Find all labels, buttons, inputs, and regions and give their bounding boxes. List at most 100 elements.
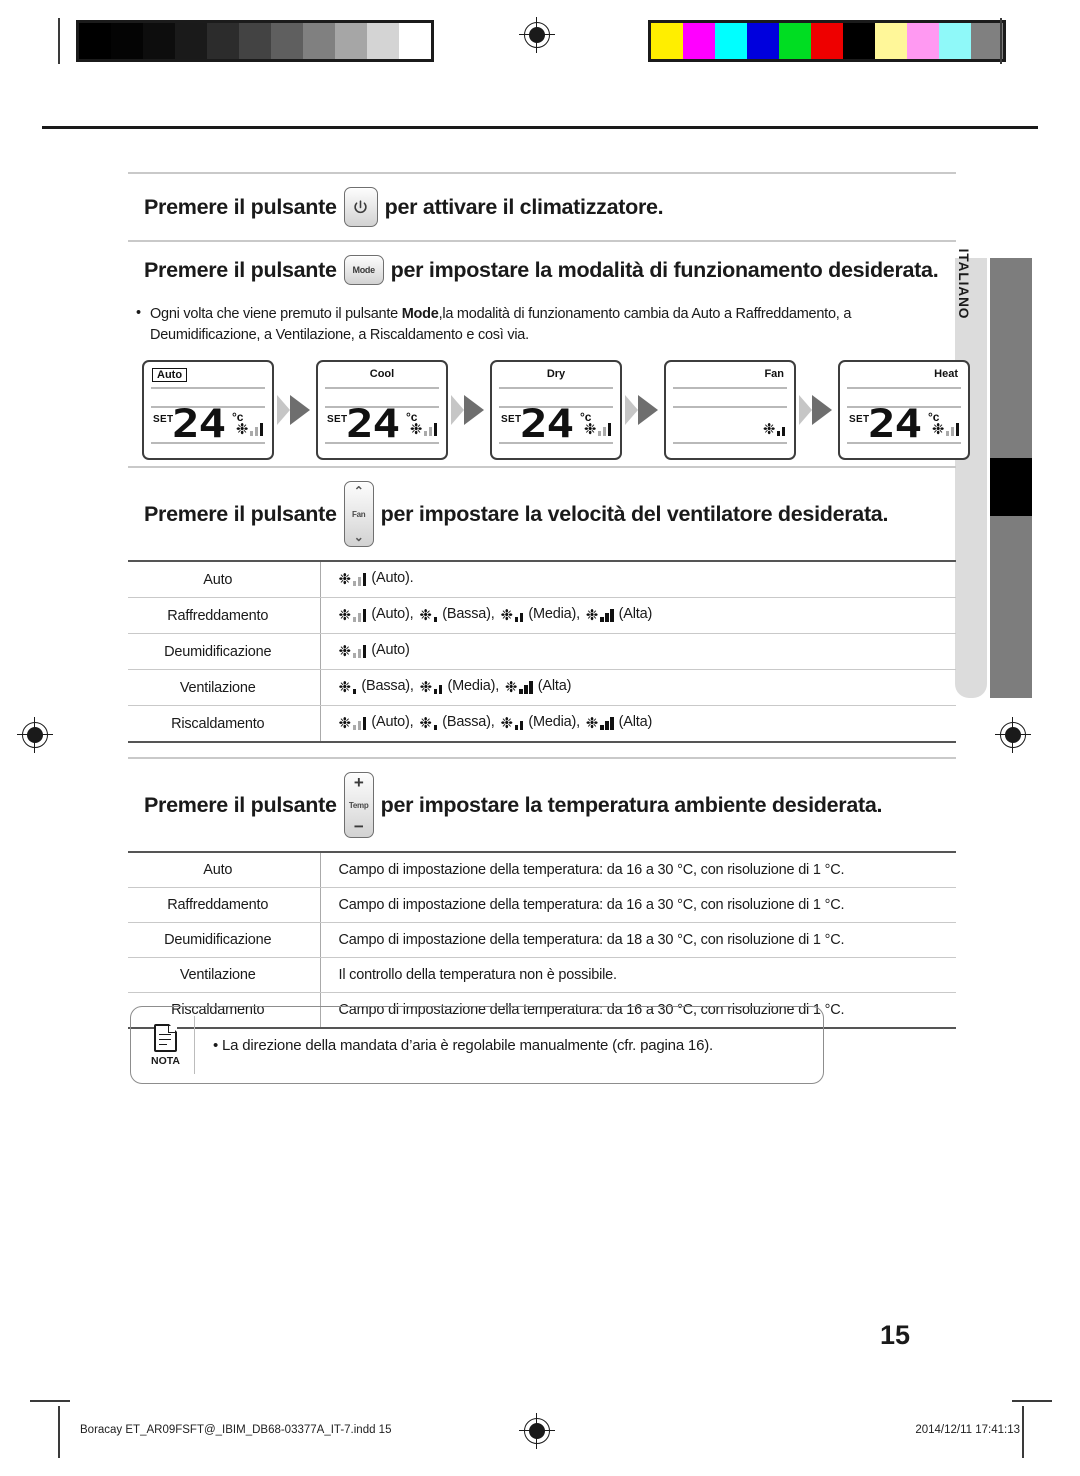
note-bullet-icon: • bbox=[213, 1036, 219, 1054]
lcd-fan-indicator: ❉ bbox=[409, 421, 437, 439]
step-power-prefix: Premere il pulsante bbox=[144, 194, 337, 219]
fan-speed-caption: (Bassa), bbox=[442, 714, 495, 731]
note-icon: NOTA bbox=[137, 1016, 195, 1074]
fan-blade-icon: ❉ bbox=[585, 607, 599, 625]
temp-table-mode: Auto bbox=[128, 852, 321, 889]
lcd-temperature-value: 24 bbox=[520, 402, 574, 448]
fan-speed-option: ❉ (Bassa), bbox=[419, 714, 495, 733]
color-swatch-3 bbox=[747, 23, 779, 59]
lcd-fan-indicator: ❉ bbox=[762, 421, 785, 439]
color-swatch-4 bbox=[779, 23, 811, 59]
power-icon bbox=[354, 199, 367, 213]
lcd-mode-label: Heat bbox=[934, 368, 958, 381]
lcd-mode-label: Auto bbox=[152, 368, 188, 383]
step-mode: Premere il pulsante Mode per impostare l… bbox=[128, 242, 956, 298]
temperature-range-table: Auto Campo di impostazione della temperat… bbox=[128, 851, 956, 1030]
fan-speed-table: Auto ❉ (Auto). Raffreddamento ❉ (Auto), ❉ (Bas… bbox=[128, 560, 956, 744]
temp-table-range: Campo di impostazione della temperatura:… bbox=[320, 852, 956, 889]
fan-level-bars-low bbox=[433, 717, 438, 731]
chapter-index-bar bbox=[990, 258, 1032, 698]
table-row: Raffreddamento Campo di impostazione dell… bbox=[128, 887, 956, 924]
mode-cycle-note-bold: Mode bbox=[401, 306, 439, 322]
language-tab: ITALIANO bbox=[955, 249, 987, 698]
fan-level-bars-medium bbox=[776, 423, 785, 437]
fan-level-bars-auto bbox=[352, 645, 367, 659]
fan-table-speeds: ❉ (Auto) bbox=[320, 633, 956, 671]
fan-table-speeds: ❉ (Auto), ❉ (Bassa), ❉ (Media), ❉ (Alta) bbox=[320, 706, 956, 743]
grayscale-calibration-strip bbox=[76, 20, 434, 62]
fan-speed-caption: (Alta) bbox=[537, 678, 572, 695]
fan-blade-icon: ❉ bbox=[338, 679, 352, 697]
gray-swatch-6 bbox=[271, 23, 303, 59]
fan-blade-icon: ❉ bbox=[338, 571, 352, 589]
fan-button-label: Fan bbox=[352, 509, 366, 519]
sequence-arrow-icon bbox=[798, 395, 836, 426]
fan-level-bars-auto bbox=[352, 573, 367, 587]
table-row: Riscaldamento ❉ (Auto), ❉ (Bassa), ❉ (Media)… bbox=[128, 705, 956, 743]
mode-sequence-diagram: Auto SET 24 °c ❉ Cool SET 24 °c ❉ Dry SET 24 °c ❉ Fan ❉ H… bbox=[128, 350, 970, 466]
fan-level-bars-auto bbox=[352, 717, 367, 731]
fan-level-bars-medium bbox=[514, 717, 524, 731]
power-button[interactable] bbox=[343, 187, 378, 227]
crop-mark-left-top bbox=[58, 18, 60, 64]
table-row: Auto Campo di impostazione della temperat… bbox=[128, 852, 956, 889]
fan-table-speeds: ❉ (Bassa), ❉ (Media), ❉ (Alta) bbox=[320, 669, 956, 707]
fan-level-bars-high bbox=[519, 681, 533, 695]
crop-mark-left-bottom bbox=[58, 1406, 60, 1458]
step-power-suffix: per attivare il climatizzatore. bbox=[384, 194, 664, 219]
fan-speed-option: ❉ (Media), bbox=[500, 714, 580, 732]
note-box: NOTA • La direzione della mandata d’aria… bbox=[130, 1006, 824, 1084]
crop-mark-bottom-right-h bbox=[1012, 1400, 1052, 1402]
step-mode-suffix: per impostare la modalità di funzionamen… bbox=[390, 257, 939, 282]
chapter-index-active-marker bbox=[990, 458, 1032, 516]
fan-blade-icon: ❉ bbox=[419, 679, 433, 697]
table-row: Deumidificazione Campo di impostazione de… bbox=[128, 922, 956, 959]
step-fan-prefix: Premere il pulsante bbox=[144, 501, 337, 526]
fan-level-bars-low bbox=[433, 609, 438, 623]
step-fan-suffix: per impostare la velocità del ventilator… bbox=[380, 501, 889, 526]
temp-button-label: Temp bbox=[348, 800, 369, 810]
fan-table-mode: Deumidificazione bbox=[128, 633, 321, 671]
fan-level-bars-high bbox=[600, 717, 614, 731]
temp-table-mode: Ventilazione bbox=[128, 957, 321, 994]
fan-speed-option: ❉ (Bassa), bbox=[338, 678, 414, 697]
header-rule bbox=[42, 126, 1038, 129]
fan-blade-icon: ❉ bbox=[409, 421, 423, 439]
fan-speed-caption: (Bassa), bbox=[361, 678, 414, 695]
lcd-set-label: SET bbox=[153, 414, 174, 426]
main-content: Premere il pulsante per attivare il clim… bbox=[128, 172, 970, 1030]
temp-table-mode: Raffreddamento bbox=[128, 887, 321, 924]
fan-blade-icon: ❉ bbox=[762, 421, 776, 439]
temp-table-range: Il controllo della temperatura non è pos… bbox=[320, 957, 956, 994]
fan-speed-caption: (Media), bbox=[528, 714, 580, 731]
lcd-fan-indicator: ❉ bbox=[236, 422, 263, 437]
gray-swatch-0 bbox=[79, 23, 111, 59]
fan-speed-caption: (Alta) bbox=[618, 606, 653, 623]
note-text-wrap: • La direzione della mandata d’aria è re… bbox=[195, 1037, 713, 1054]
fan-blade-icon: ❉ bbox=[419, 715, 432, 733]
temp-button[interactable]: + Temp − bbox=[343, 772, 374, 839]
fan-blade-icon: ❉ bbox=[583, 421, 597, 439]
color-swatch-9 bbox=[939, 23, 971, 59]
note-text: La direzione della mandata d’aria è rego… bbox=[222, 1036, 713, 1054]
fan-speed-option: ❉ (Bassa), bbox=[419, 606, 495, 624]
gray-swatch-7 bbox=[303, 23, 335, 59]
fan-speed-option: ❉ (Media), bbox=[419, 679, 500, 697]
fan-speed-caption: (Bassa), bbox=[442, 606, 495, 623]
fan-level-bars-auto bbox=[597, 423, 611, 437]
lcd-temperature-value: 24 bbox=[868, 402, 922, 448]
fan-speed-option: ❉ (Auto), bbox=[338, 607, 414, 625]
temp-table-mode: Deumidificazione bbox=[128, 922, 321, 959]
mode-cycle-note-part1: Ogni volta che viene premuto il pulsante bbox=[150, 306, 402, 322]
lcd-panel-cool: Cool SET 24 °c ❉ bbox=[316, 360, 448, 461]
table-row: Auto ❉ (Auto). bbox=[128, 561, 956, 599]
fan-blade-icon: ❉ bbox=[338, 643, 352, 661]
fan-speed-option: ❉ (Media), bbox=[500, 607, 580, 624]
fan-blade-icon: ❉ bbox=[338, 607, 352, 625]
lcd-fan-indicator: ❉ bbox=[932, 422, 959, 437]
fan-speed-caption: (Alta) bbox=[618, 714, 653, 731]
mode-button[interactable]: Mode bbox=[343, 255, 384, 285]
fan-speed-caption: (Auto). bbox=[371, 570, 414, 587]
color-swatch-2 bbox=[715, 23, 747, 59]
fan-button[interactable]: ⌃ Fan ⌄ bbox=[343, 481, 374, 548]
